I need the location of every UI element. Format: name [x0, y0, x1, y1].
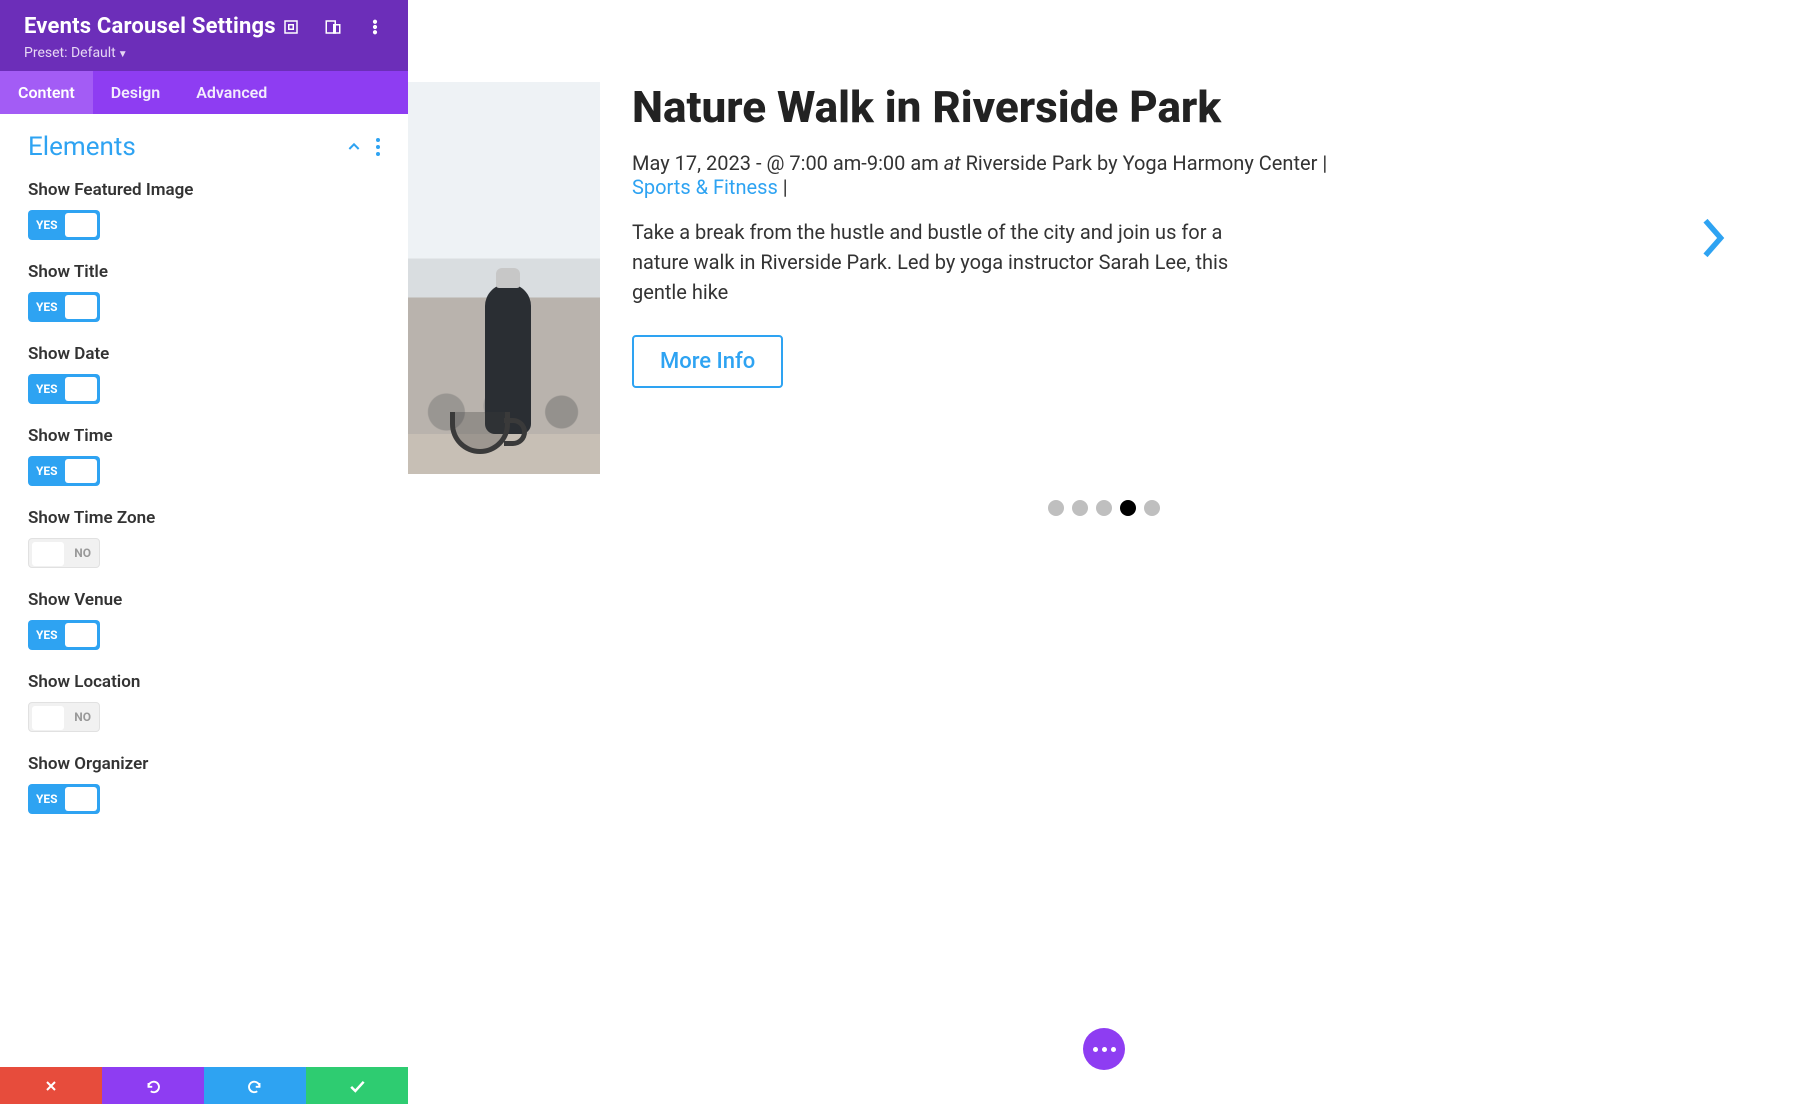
toggle[interactable]: YES: [28, 292, 100, 322]
panel-header: Events Carousel Settings Preset: Default…: [0, 0, 408, 71]
panel-title: Events Carousel Settings: [24, 14, 276, 39]
section-more-icon[interactable]: [376, 138, 380, 156]
toggle-knob: [65, 623, 97, 647]
toggle-knob: [65, 787, 97, 811]
carousel-dot[interactable]: [1144, 500, 1160, 516]
event-description: Take a break from the hustle and bustle …: [632, 217, 1232, 307]
tab-content[interactable]: Content: [0, 71, 93, 114]
toggle[interactable]: YES: [28, 456, 100, 486]
field: Show Time Zone NO: [28, 508, 380, 568]
toggle[interactable]: NO: [28, 702, 100, 732]
toggle[interactable]: YES: [28, 620, 100, 650]
field-label: Show Location: [28, 672, 380, 692]
toggle-label: YES: [36, 382, 58, 396]
panel-footer: [0, 1067, 408, 1104]
field-label: Show Organizer: [28, 754, 380, 774]
event-time: @ 7:00 am-9:00 am: [766, 151, 938, 175]
toggle-label: YES: [36, 218, 58, 232]
event-meta: May 17, 2023 - @ 7:00 am-9:00 am at Rive…: [632, 151, 1740, 199]
toggle-label: YES: [36, 792, 58, 806]
preview-canvas: Nature Walk in Riverside Park May 17, 20…: [408, 0, 1800, 1104]
carousel-dot[interactable]: [1072, 500, 1088, 516]
more-info-button[interactable]: More Info: [632, 335, 783, 388]
collapse-icon[interactable]: [346, 139, 362, 155]
undo-button[interactable]: [102, 1067, 204, 1104]
carousel-next-button[interactable]: [1694, 210, 1730, 266]
field: Show Venue YES: [28, 590, 380, 650]
toggle-label: YES: [36, 464, 58, 478]
event-featured-image[interactable]: [408, 82, 600, 474]
toggle-knob: [65, 295, 97, 319]
builder-fab[interactable]: [1083, 1028, 1125, 1070]
carousel-dot[interactable]: [1120, 500, 1136, 516]
expand-icon[interactable]: [282, 18, 300, 36]
event-title[interactable]: Nature Walk in Riverside Park: [632, 82, 1740, 133]
event-category-link[interactable]: Sports & Fitness: [632, 175, 778, 199]
field: Show Organizer YES: [28, 754, 380, 814]
tab-advanced[interactable]: Advanced: [178, 71, 285, 114]
redo-button[interactable]: [204, 1067, 306, 1104]
toggle-label: YES: [36, 300, 58, 314]
toggle-knob: [65, 377, 97, 401]
field: Show Location NO: [28, 672, 380, 732]
field-label: Show Time: [28, 426, 380, 446]
responsive-icon[interactable]: [324, 18, 342, 36]
toggle[interactable]: NO: [28, 538, 100, 568]
toggle[interactable]: YES: [28, 210, 100, 240]
toggle-knob: [32, 706, 64, 730]
field-label: Show Featured Image: [28, 180, 380, 200]
caret-down-icon: ▼: [118, 49, 128, 60]
toggle-label: NO: [74, 546, 91, 560]
preset-label: Preset: Default: [24, 45, 116, 61]
settings-panel: Events Carousel Settings Preset: Default…: [0, 0, 408, 1104]
field: Show Title YES: [28, 262, 380, 322]
panel-body[interactable]: Elements Show Featured ImageYESShow Titl…: [0, 114, 408, 1067]
field: Show Time YES: [28, 426, 380, 486]
toggle-knob: [65, 213, 97, 237]
event-venue: Riverside Park: [966, 151, 1092, 175]
field: Show Date YES: [28, 344, 380, 404]
tab-design[interactable]: Design: [93, 71, 178, 114]
cancel-button[interactable]: [0, 1067, 102, 1104]
field-label: Show Title: [28, 262, 380, 282]
carousel-dot[interactable]: [1096, 500, 1112, 516]
event-date: May 17, 2023: [632, 151, 751, 175]
save-button[interactable]: [306, 1067, 408, 1104]
toggle-label: NO: [74, 710, 91, 724]
preset-dropdown[interactable]: Preset: Default▼: [24, 45, 384, 61]
toggle-knob: [32, 542, 64, 566]
toggle[interactable]: YES: [28, 374, 100, 404]
section-title: Elements: [28, 132, 136, 162]
toggle[interactable]: YES: [28, 784, 100, 814]
tabs: Content Design Advanced: [0, 71, 408, 114]
toggle-label: YES: [36, 628, 58, 642]
field-label: Show Venue: [28, 590, 380, 610]
more-icon[interactable]: [366, 18, 384, 36]
toggle-knob: [65, 459, 97, 483]
carousel-dots: [1048, 500, 1160, 516]
carousel-dot[interactable]: [1048, 500, 1064, 516]
field: Show Featured Image YES: [28, 180, 380, 240]
event-card: Nature Walk in Riverside Park May 17, 20…: [408, 82, 1740, 474]
event-organizer: Yoga Harmony Center: [1123, 151, 1318, 175]
field-label: Show Date: [28, 344, 380, 364]
field-label: Show Time Zone: [28, 508, 380, 528]
